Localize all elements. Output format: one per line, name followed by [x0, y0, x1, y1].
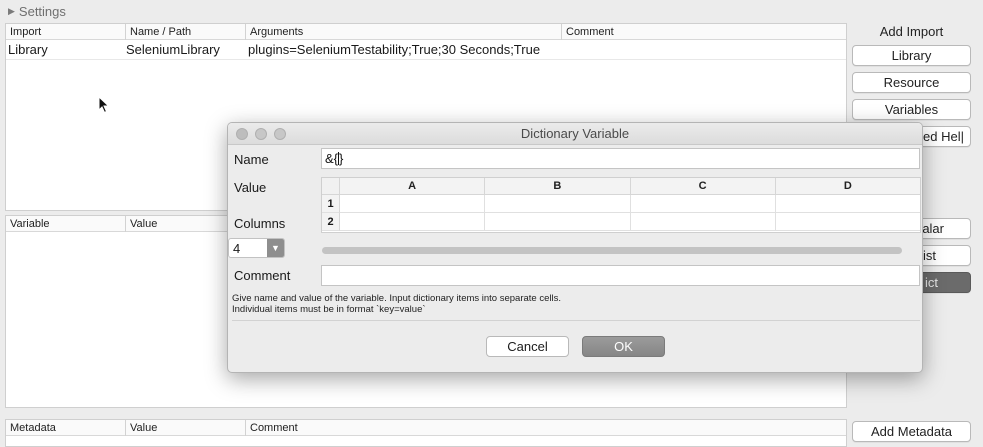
- dictionary-variable-dialog: Dictionary Variable Name &{} Value A B C…: [227, 122, 923, 373]
- metadata-header: Metadata Value Comment: [6, 419, 846, 436]
- mouse-pointer-icon: [98, 96, 110, 114]
- settings-toggle[interactable]: ▶ Settings: [0, 0, 983, 22]
- minimize-window-icon[interactable]: [255, 128, 267, 140]
- dialog-divider: [232, 320, 920, 321]
- add-import-label: Add Import: [879, 24, 944, 39]
- dialog-title: Dictionary Variable: [520, 126, 630, 141]
- grid-col-b[interactable]: B: [485, 178, 631, 194]
- value-grid[interactable]: A B C D 1 2: [321, 177, 921, 233]
- col-meta-value[interactable]: Value: [126, 419, 246, 436]
- col-name-path[interactable]: Name / Path: [126, 23, 246, 40]
- settings-label: Settings: [18, 3, 66, 19]
- grid-corner[interactable]: [322, 178, 340, 194]
- help-line-2: Individual items must be in format `key=…: [232, 304, 426, 315]
- grid-row: 2: [322, 213, 920, 231]
- dialog-titlebar[interactable]: Dictionary Variable: [228, 123, 922, 145]
- close-window-icon[interactable]: [236, 128, 248, 140]
- col-meta-comment[interactable]: Comment: [246, 420, 446, 436]
- grid-cell[interactable]: [630, 195, 776, 213]
- comment-input[interactable]: [321, 265, 920, 286]
- grid-cell[interactable]: [340, 213, 486, 231]
- add-metadata-button[interactable]: Add Metadata: [852, 421, 971, 442]
- grid-cell[interactable]: [485, 195, 631, 213]
- help-line-1: Give name and value of the variable. Inp…: [232, 293, 561, 304]
- chevron-down-icon[interactable]: ▼: [267, 239, 284, 257]
- table-row[interactable]: Library SeleniumLibrary plugins=Selenium…: [6, 40, 846, 60]
- help-text: Give name and value of the variable. Inp…: [232, 293, 561, 315]
- ok-button[interactable]: OK: [582, 336, 665, 357]
- cancel-button[interactable]: Cancel: [486, 336, 569, 357]
- import-type: Library: [8, 42, 48, 57]
- columns-select[interactable]: 4 ▼: [228, 238, 285, 258]
- comment-label: Comment: [234, 268, 291, 283]
- name-value: &{: [325, 151, 339, 166]
- variables-button[interactable]: Variables: [852, 99, 971, 120]
- import-arguments: plugins=SeleniumTestability;True;30 Seco…: [248, 42, 541, 57]
- columns-label: Columns: [234, 216, 286, 231]
- value-label: Value: [234, 180, 267, 195]
- grid-col-d[interactable]: D: [776, 178, 920, 194]
- grid-horizontal-scrollbar[interactable]: [322, 247, 902, 254]
- col-metadata[interactable]: Metadata: [6, 419, 126, 436]
- window-controls: [236, 128, 286, 140]
- grid-row-header[interactable]: 1: [322, 195, 340, 213]
- name-input[interactable]: &{}: [321, 148, 920, 169]
- zoom-window-icon[interactable]: [274, 128, 286, 140]
- grid-row-header[interactable]: 2: [322, 213, 340, 231]
- grid-col-c[interactable]: C: [631, 178, 776, 194]
- grid-cell[interactable]: [485, 213, 631, 231]
- grid-cell[interactable]: [775, 195, 920, 213]
- name-value-tail: }: [339, 151, 344, 166]
- grid-cell[interactable]: [630, 213, 776, 231]
- grid-header-row: A B C D: [322, 178, 920, 195]
- import-name: SeleniumLibrary: [126, 42, 220, 57]
- resource-button[interactable]: Resource: [852, 72, 971, 93]
- grid-row: 1: [322, 195, 920, 213]
- metadata-table: Metadata Value Comment: [5, 419, 847, 447]
- columns-value: 4: [233, 240, 241, 256]
- grid-cell[interactable]: [340, 195, 486, 213]
- imports-header: Import Name / Path Arguments Comment: [6, 23, 846, 40]
- grid-col-a[interactable]: A: [340, 178, 486, 194]
- name-label: Name: [234, 152, 269, 167]
- col-import[interactable]: Import: [6, 23, 126, 40]
- col-comment[interactable]: Comment: [562, 24, 846, 40]
- grid-cell[interactable]: [775, 213, 920, 231]
- library-button[interactable]: Library: [852, 45, 971, 66]
- disclosure-triangle-icon[interactable]: ▶: [8, 6, 15, 17]
- col-arguments[interactable]: Arguments: [246, 23, 562, 40]
- col-variable[interactable]: Variable: [6, 215, 126, 232]
